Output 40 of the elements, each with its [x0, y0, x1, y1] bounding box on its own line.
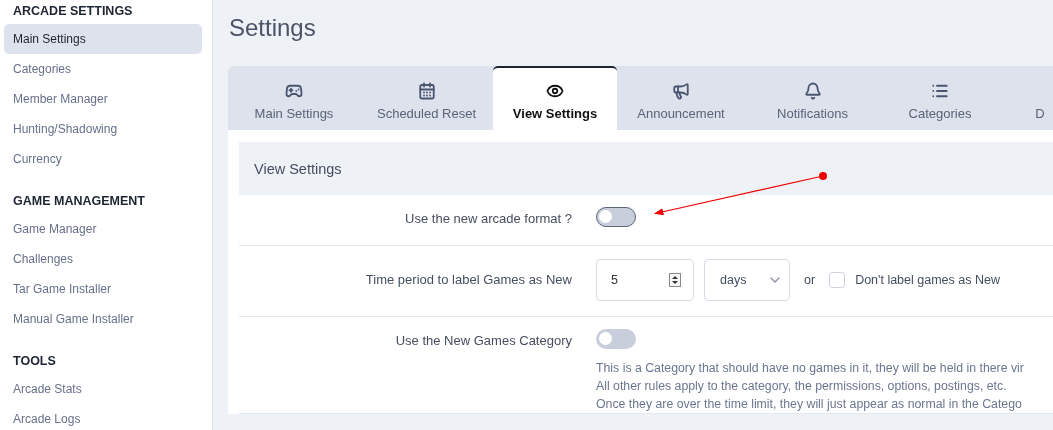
- sidebar-item[interactable]: Currency: [4, 144, 202, 174]
- description-text: Once they are over the time limit, they will just appear as normal in the Catego: [596, 396, 1023, 413]
- setting-label: Use the New Games Category: [394, 332, 572, 348]
- calendar-icon: [417, 81, 436, 100]
- sidebar-item[interactable]: Main Settings: [4, 24, 202, 54]
- sidebar-heading: GAME MANAGEMENT: [12, 193, 146, 210]
- description-text: This is a Category that should have no games in it, they will be held in there vir: [596, 360, 1025, 377]
- sidebar-item[interactable]: Categories: [4, 54, 202, 84]
- tab[interactable]: View Settings: [493, 66, 617, 130]
- sidebar-item[interactable]: Member Manager: [4, 84, 202, 114]
- checkbox[interactable]: [829, 272, 846, 288]
- sidebar-item[interactable]: Arcade Stats: [4, 374, 202, 404]
- number-field[interactable]: 5: [596, 259, 694, 301]
- spinner-icon[interactable]: [669, 273, 681, 287]
- toggle-switch[interactable]: [596, 207, 636, 227]
- tab[interactable]: Announcement: [617, 66, 745, 130]
- sidebar-heading: ARCADE SETTINGS: [12, 3, 134, 20]
- megaphone-icon: [672, 81, 690, 100]
- bell-icon: [803, 81, 822, 100]
- sidebar-item[interactable]: Hunting/Shadowing: [4, 114, 202, 144]
- tab[interactable]: Categories: [880, 66, 1000, 130]
- description-text: All other rules apply to the category, the permissions, options, postings, etc.: [596, 378, 1008, 395]
- page-title: Settings: [229, 14, 317, 42]
- toggle-switch[interactable]: [596, 329, 636, 349]
- unit-select[interactable]: days: [704, 259, 790, 301]
- setting-label: Use the new arcade format ?: [404, 210, 572, 226]
- or-text: or: [804, 273, 816, 287]
- setting-label: Time period to label Games as New: [364, 271, 572, 287]
- sidebar-item[interactable]: Tar Game Installer: [4, 274, 202, 304]
- tab[interactable]: Main Settings: [228, 66, 360, 130]
- tab[interactable]: Notifications: [745, 66, 880, 130]
- sidebar-item[interactable]: Challenges: [4, 244, 202, 274]
- tab[interactable]: D: [1000, 66, 1053, 130]
- checkbox-label: Don't label games as New: [855, 273, 1000, 287]
- sidebar-item[interactable]: Arcade Logs: [4, 404, 202, 430]
- sidebar-item[interactable]: Manual Game Installer: [4, 304, 202, 334]
- sidebar-heading: TOOLS: [12, 353, 57, 370]
- tab[interactable]: Scheduled Reset: [360, 66, 493, 130]
- sidebar-item[interactable]: Game Manager: [4, 214, 202, 244]
- section-header: View Settings: [239, 142, 1053, 195]
